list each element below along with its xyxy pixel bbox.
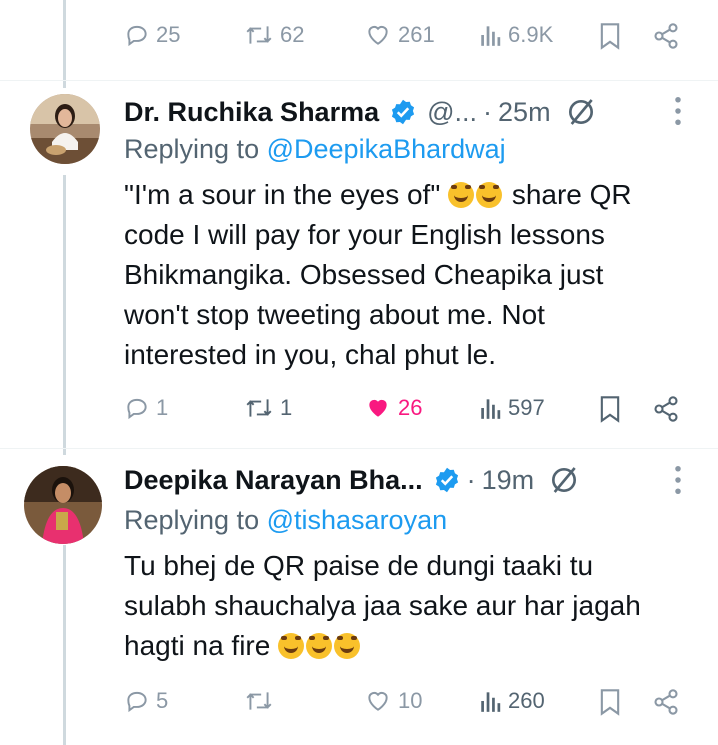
reply-button[interactable]: 1: [124, 395, 168, 421]
grok-icon[interactable]: [565, 96, 597, 128]
like-button[interactable]: 10: [364, 688, 422, 714]
like-icon: [368, 691, 388, 711]
timestamp[interactable]: 25m: [498, 97, 551, 128]
like-icon: [368, 25, 388, 45]
separator-dot: ·: [466, 464, 476, 495]
retweet-icon: [246, 692, 272, 710]
reply-icon: [127, 691, 147, 713]
more-icon: [675, 466, 681, 494]
like-icon: [369, 399, 387, 417]
share-button[interactable]: [652, 22, 680, 50]
bookmark-icon: [600, 396, 620, 423]
views-icon: [481, 26, 501, 46]
like-button[interactable]: 261: [364, 22, 435, 48]
tweet-text: Tu bhej de QR paise de dungi taaki tu su…: [124, 550, 641, 661]
avatar[interactable]: [30, 94, 100, 164]
reply-icon: [127, 398, 147, 420]
divider: [0, 448, 718, 449]
laughing-emoji: [306, 633, 333, 659]
bookmark-icon: [600, 689, 620, 716]
retweet-button[interactable]: 62: [244, 22, 304, 48]
bookmark-button[interactable]: [598, 688, 622, 716]
laughing-emoji: [334, 633, 361, 659]
laughing-emoji: [476, 182, 503, 208]
more-options-button[interactable]: [674, 96, 682, 131]
verified-icon: [435, 467, 458, 493]
bookmark-button[interactable]: [598, 22, 622, 50]
separator-dot: ·: [483, 96, 493, 127]
reply-to-link[interactable]: @tishasaroyan: [267, 505, 448, 535]
views-icon: [481, 692, 501, 712]
avatar[interactable]: [24, 466, 102, 544]
timestamp[interactable]: 19m: [482, 465, 535, 496]
bookmark-button[interactable]: [598, 395, 622, 423]
replying-to: Replying to @tishasaroyan: [124, 505, 448, 535]
replying-to: Replying to @DeepikaBhardwaj: [124, 134, 506, 164]
views-button[interactable]: 6.9K: [480, 22, 553, 48]
thread-line: [63, 545, 66, 745]
reply-button[interactable]: 25: [124, 22, 180, 48]
tweet-text: "I'm a sour in the eyes of" share QR cod…: [124, 179, 632, 370]
share-icon: [654, 396, 678, 422]
bookmark-icon: [600, 23, 620, 50]
views-icon: [481, 399, 501, 419]
laughing-emoji: [278, 633, 305, 659]
share-icon: [654, 23, 678, 49]
divider: [0, 80, 718, 81]
retweet-button[interactable]: 1: [244, 395, 292, 421]
verified-icon: [392, 99, 415, 125]
more-options-button[interactable]: [674, 465, 682, 500]
more-icon: [675, 97, 681, 125]
retweet-button[interactable]: [244, 688, 280, 714]
retweet-icon: [246, 26, 272, 44]
views-button[interactable]: 597: [480, 395, 545, 421]
author-name[interactable]: Dr. Ruchika Sharma: [124, 97, 379, 128]
author-handle[interactable]: @...: [427, 97, 477, 128]
grok-icon[interactable]: [548, 464, 580, 496]
laughing-emoji: [448, 182, 475, 208]
author-name[interactable]: Deepika Narayan Bha...: [124, 465, 423, 496]
retweet-icon: [246, 399, 272, 417]
views-button[interactable]: 260: [480, 688, 545, 714]
thread-line: [63, 0, 66, 88]
reply-button[interactable]: 5: [124, 688, 168, 714]
share-button[interactable]: [652, 688, 680, 716]
reply-to-link[interactable]: @DeepikaBhardwaj: [267, 134, 506, 164]
share-icon: [654, 689, 678, 715]
thread-line: [63, 175, 66, 455]
share-button[interactable]: [652, 395, 680, 423]
reply-icon: [127, 25, 147, 47]
like-button[interactable]: 26: [364, 395, 422, 421]
